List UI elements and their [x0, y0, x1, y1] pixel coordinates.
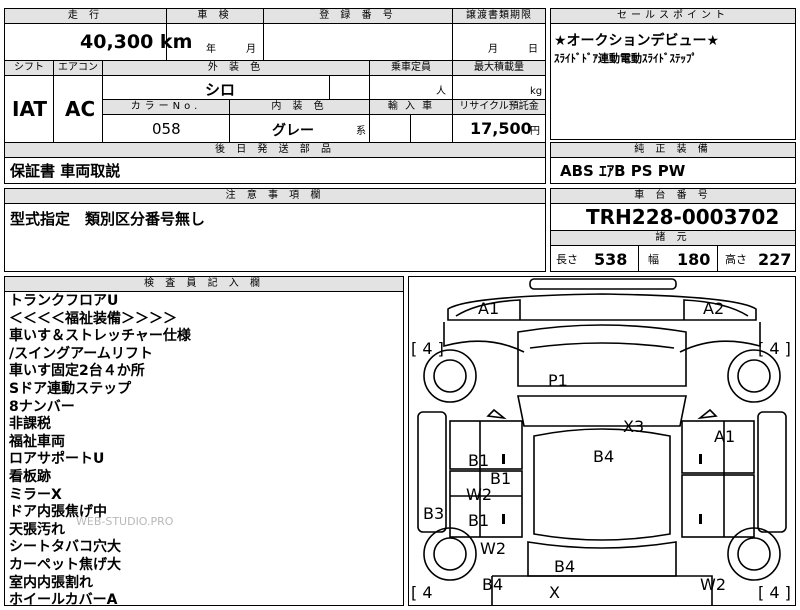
front-bumper-bar: [529, 278, 677, 290]
left-front-tire-count: [ 4 ]: [411, 339, 444, 358]
capacity-unit: 人: [436, 86, 446, 97]
height-label: 高さ: [725, 253, 747, 266]
interior-color-header: 内 装 色: [230, 100, 369, 114]
max-load-header: 最大積載量: [453, 61, 545, 75]
inspector-line: 天張汚れ: [9, 521, 65, 538]
length-label: 長さ: [556, 253, 578, 266]
height-value: 227: [758, 250, 792, 269]
equipment-header: 純 正 装 備: [551, 143, 795, 157]
roof: [533, 428, 671, 541]
rear-window: [527, 541, 677, 577]
inspector-line: ホイールカバーA: [9, 592, 118, 609]
inspector-line: トランクフロアU: [9, 293, 119, 309]
color-no-value: 058: [152, 120, 181, 138]
damage-mark: B1: [490, 469, 512, 488]
exterior-color-header: 外 装 色: [103, 61, 369, 75]
inspector-line: 看板跡: [9, 468, 51, 485]
inspector-line: /スイングアームリフト: [9, 345, 153, 362]
damage-mark: B1: [468, 511, 490, 530]
right-front-tire-count: [ 4 ]: [758, 339, 791, 358]
notes-header: 注 意 事 項 欄: [5, 189, 545, 203]
left-rear-tire-count: [ 4: [411, 583, 433, 602]
damage-mark: B4: [593, 447, 615, 466]
damage-mark: B4: [482, 575, 504, 594]
vehicle-diagram: [417, 278, 787, 606]
inspector-line: 非課税: [9, 416, 51, 433]
inspector-line: ロアサポートU: [9, 451, 105, 468]
later-parts-value: 保証書 車両取説: [10, 162, 121, 180]
inspector-line: ミラーX: [9, 486, 62, 503]
inspector-line: ＜＜＜＜福祉装備＞＞＞＞: [9, 310, 177, 327]
recycle-header: リサイクル預託金: [453, 100, 545, 114]
right-rear-tire-count: [ 4 ]: [758, 583, 791, 602]
transfer-day: 日: [528, 44, 538, 55]
damage-mark: P1: [548, 371, 568, 390]
mileage-value: 40,300 km: [80, 31, 193, 53]
later-parts-header: 後 日 発 送 部 品: [5, 143, 545, 157]
hood: [517, 324, 687, 387]
damage-mark: B4: [554, 557, 576, 576]
transfer-deadline-header: 譲渡書類期限: [453, 9, 545, 23]
max-load-unit: kg: [530, 86, 543, 97]
inspector-line: カーペット焦げ大: [9, 556, 121, 573]
damage-mark: X: [549, 583, 560, 602]
registration-header: 登 録 番 号: [264, 9, 452, 23]
sales-point-box: [550, 8, 796, 140]
recycle-value: 17,500: [470, 119, 532, 138]
length-value: 538: [594, 250, 628, 269]
inspector-header: 検 査 員 記 入 欄: [5, 277, 403, 291]
capacity-header: 乗車定員: [370, 61, 452, 75]
damage-mark: B3: [423, 504, 445, 523]
chassis-value: TRH228-0003702: [586, 205, 780, 229]
color-no-header: カラーNo.: [103, 100, 229, 114]
inspection-month: 月: [246, 44, 256, 55]
aircon-value: AC: [65, 97, 96, 121]
aircon-header: エアコン: [54, 61, 102, 75]
import-header: 輸 入 車: [370, 100, 452, 114]
rear-gate: [491, 575, 713, 606]
watermark: WEB-STUDIO.PRO: [76, 515, 174, 528]
damage-mark: X3: [623, 417, 645, 436]
dimensions-header: 諸 元: [551, 231, 795, 245]
inspector-line: ドア内張焦げ中: [9, 504, 107, 521]
damage-mark: W2: [480, 539, 506, 558]
chassis-header: 車 台 番 号: [551, 189, 795, 203]
mileage-header: 走 行: [5, 9, 166, 23]
right-rear-door: [681, 474, 755, 538]
inspector-line: 室内内張割れ: [9, 574, 93, 591]
damage-mark: A1: [478, 299, 500, 318]
recycle-unit: 円: [530, 126, 540, 137]
inspector-line: シートタバコ穴大: [9, 539, 121, 556]
inspection-header: 車 検: [167, 9, 263, 23]
inspector-line: 福祉車両: [9, 433, 65, 450]
exterior-color-value: シロ: [205, 81, 236, 99]
shift-header: シフト: [5, 61, 53, 75]
damage-mark: A2: [703, 299, 725, 318]
equipment-value: ABS ｴｱB PS PW: [560, 162, 686, 180]
damage-mark: A1: [714, 427, 736, 446]
transfer-month: 月: [488, 44, 498, 55]
inspector-line: 車いす＆ストレッチャー仕様: [9, 328, 191, 345]
damage-mark: W2: [700, 575, 726, 594]
right-front-fender: [679, 322, 761, 353]
windshield: [517, 395, 687, 427]
sales-point-header: セールスポイント: [551, 9, 795, 23]
width-value: 180: [677, 250, 711, 269]
inspector-line: 車いす固定2台４か所: [9, 363, 145, 380]
left-front-fender: [443, 322, 525, 353]
inspector-line: 8ナンバー: [9, 398, 75, 415]
width-label: 幅: [648, 253, 659, 266]
damage-mark: B1: [468, 451, 490, 470]
sales-point-line-2: ｽﾗｲﾄﾞﾄﾞｱ連動電動ｽﾗｲﾄﾞｽﾃｯﾌﾟ: [554, 52, 697, 65]
inspector-notes-list: トランクフロアU ＜＜＜＜福祉装備＞＞＞＞ 車いす＆ストレッチャー仕様 /スイン…: [9, 293, 399, 610]
interior-color-value: グレー: [272, 123, 314, 139]
damage-mark: W2: [466, 485, 492, 504]
inspection-year: 年: [206, 44, 216, 55]
interior-suffix: 系: [356, 126, 366, 137]
sales-point-line-1: ★オークションデビュー★: [554, 33, 720, 49]
inspector-line: Sドア連動ステップ: [9, 380, 132, 397]
notes-value: 型式指定 類別区分番号無し: [10, 210, 206, 228]
shift-value: IAT: [12, 97, 48, 121]
right-step-panel: [757, 411, 787, 533]
